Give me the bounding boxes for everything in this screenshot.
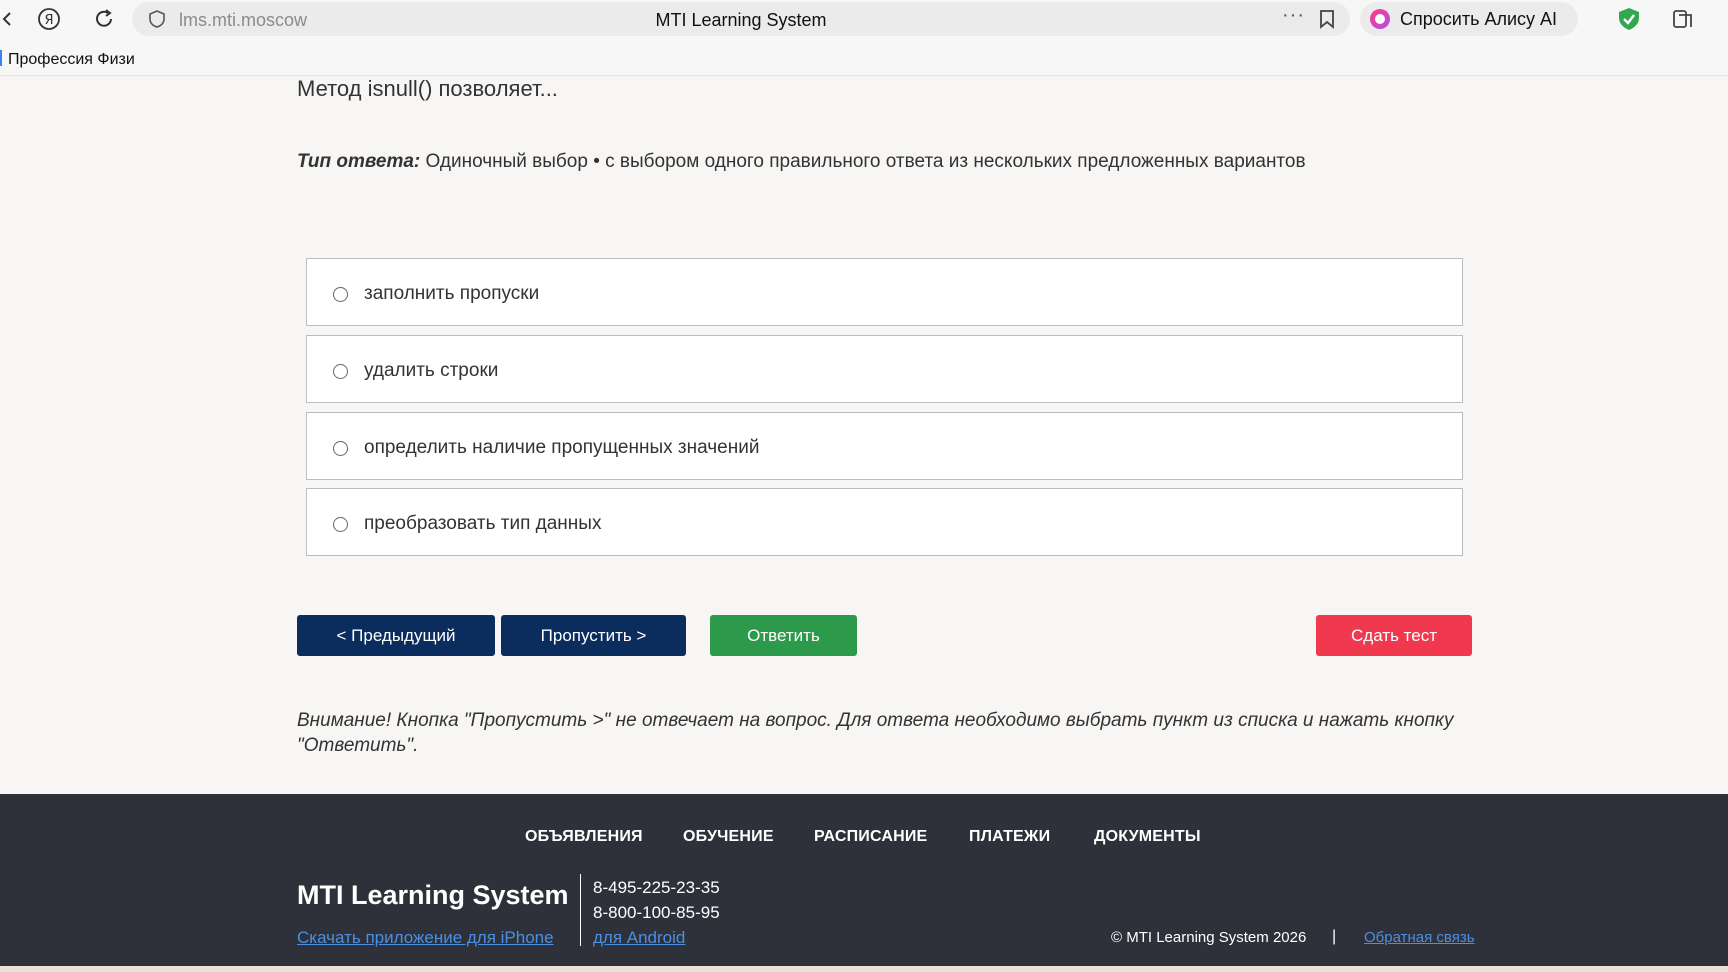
option-radio[interactable] <box>333 364 348 379</box>
previous-button[interactable]: < Предыдущий <box>297 615 495 656</box>
phone-number-1: 8-495-225-23-35 <box>593 878 720 897</box>
answer-button[interactable]: Ответить <box>710 615 857 656</box>
option-label: определить наличие пропущенных значений <box>364 437 760 458</box>
android-app-link[interactable]: для Android <box>593 928 685 948</box>
skip-button[interactable]: Пропустить > <box>501 615 686 656</box>
extensions-icon[interactable] <box>1671 7 1695 31</box>
copyright-text: © MTI Learning System 2026 <box>1111 929 1307 946</box>
footer-nav-documents[interactable]: ДОКУМЕНТЫ <box>1094 828 1201 846</box>
option-radio[interactable] <box>333 287 348 302</box>
svg-text:Я: Я <box>44 13 53 28</box>
option-radio[interactable] <box>333 441 348 456</box>
answer-type-label: Тип ответа: <box>297 151 421 172</box>
option-label: преобразовать тип данных <box>364 513 602 534</box>
footer: ОБЪЯВЛЕНИЯ ОБУЧЕНИЕ РАСПИСАНИЕ ПЛАТЕЖИ Д… <box>0 794 1728 966</box>
reload-icon[interactable] <box>91 6 117 32</box>
answer-option-3[interactable]: определить наличие пропущенных значений <box>306 412 1463 480</box>
answer-type-value: Одиночный выбор • с выбором одного прави… <box>420 151 1306 172</box>
ask-alice-label: Спросить Алису AI <box>1400 9 1558 29</box>
browser-toolbar: Я lms.mti.moscow MTI Learning System ···… <box>0 0 1728 38</box>
submit-test-button[interactable]: Сдать тест <box>1316 615 1472 656</box>
answer-option-1[interactable]: заполнить пропуски <box>306 258 1463 326</box>
back-arrow-icon[interactable] <box>0 6 20 32</box>
feedback-link[interactable]: Обратная связь <box>1364 929 1475 946</box>
footer-nav-schedule[interactable]: РАСПИСАНИЕ <box>814 828 927 846</box>
footer-divider <box>580 874 581 926</box>
footer-divider <box>580 924 581 946</box>
option-label: заполнить пропуски <box>364 283 540 304</box>
bookmark-favicon <box>0 50 2 66</box>
footer-brand: MTI Learning System <box>297 880 569 910</box>
ask-alice-button[interactable]: Спросить Алису AI <box>1360 2 1578 36</box>
answer-option-4[interactable]: преобразовать тип данных <box>306 488 1463 556</box>
option-label: удалить строки <box>364 360 499 381</box>
option-radio[interactable] <box>333 517 348 532</box>
footer-nav-payments[interactable]: ПЛАТЕЖИ <box>969 828 1050 846</box>
more-options-icon[interactable]: ··· <box>1282 4 1305 27</box>
iphone-app-link[interactable]: Скачать приложение для iPhone <box>297 928 554 948</box>
protection-shield-icon[interactable] <box>1616 6 1642 32</box>
footer-nav-announcements[interactable]: ОБЪЯВЛЕНИЯ <box>525 828 643 846</box>
phone-number-2: 8-800-100-85-95 <box>593 903 720 922</box>
answer-option-2[interactable]: удалить строки <box>306 335 1463 403</box>
footer-separator: | <box>1332 928 1337 945</box>
alice-icon <box>1370 9 1390 29</box>
page-bottom-strip <box>0 966 1728 972</box>
bookmark-icon[interactable] <box>1318 9 1336 29</box>
page-title-text: MTI Learning System <box>655 10 827 30</box>
yandex-icon[interactable]: Я <box>36 6 62 32</box>
bookmarks-bar: Профессия Физи <box>0 38 1728 76</box>
bookmark-item[interactable]: Профессия Физи <box>8 51 142 69</box>
address-bar[interactable]: lms.mti.moscow MTI Learning System ··· <box>132 2 1350 36</box>
answer-type: Тип ответа: Одиночный выбор • с выбором … <box>297 151 1306 173</box>
warning-text: Внимание! Кнопка "Пропустить >" не отвеч… <box>297 710 1454 756</box>
question-text: Метод isnull() позволяет... <box>297 76 558 101</box>
footer-nav-learning[interactable]: ОБУЧЕНИЕ <box>683 828 774 846</box>
